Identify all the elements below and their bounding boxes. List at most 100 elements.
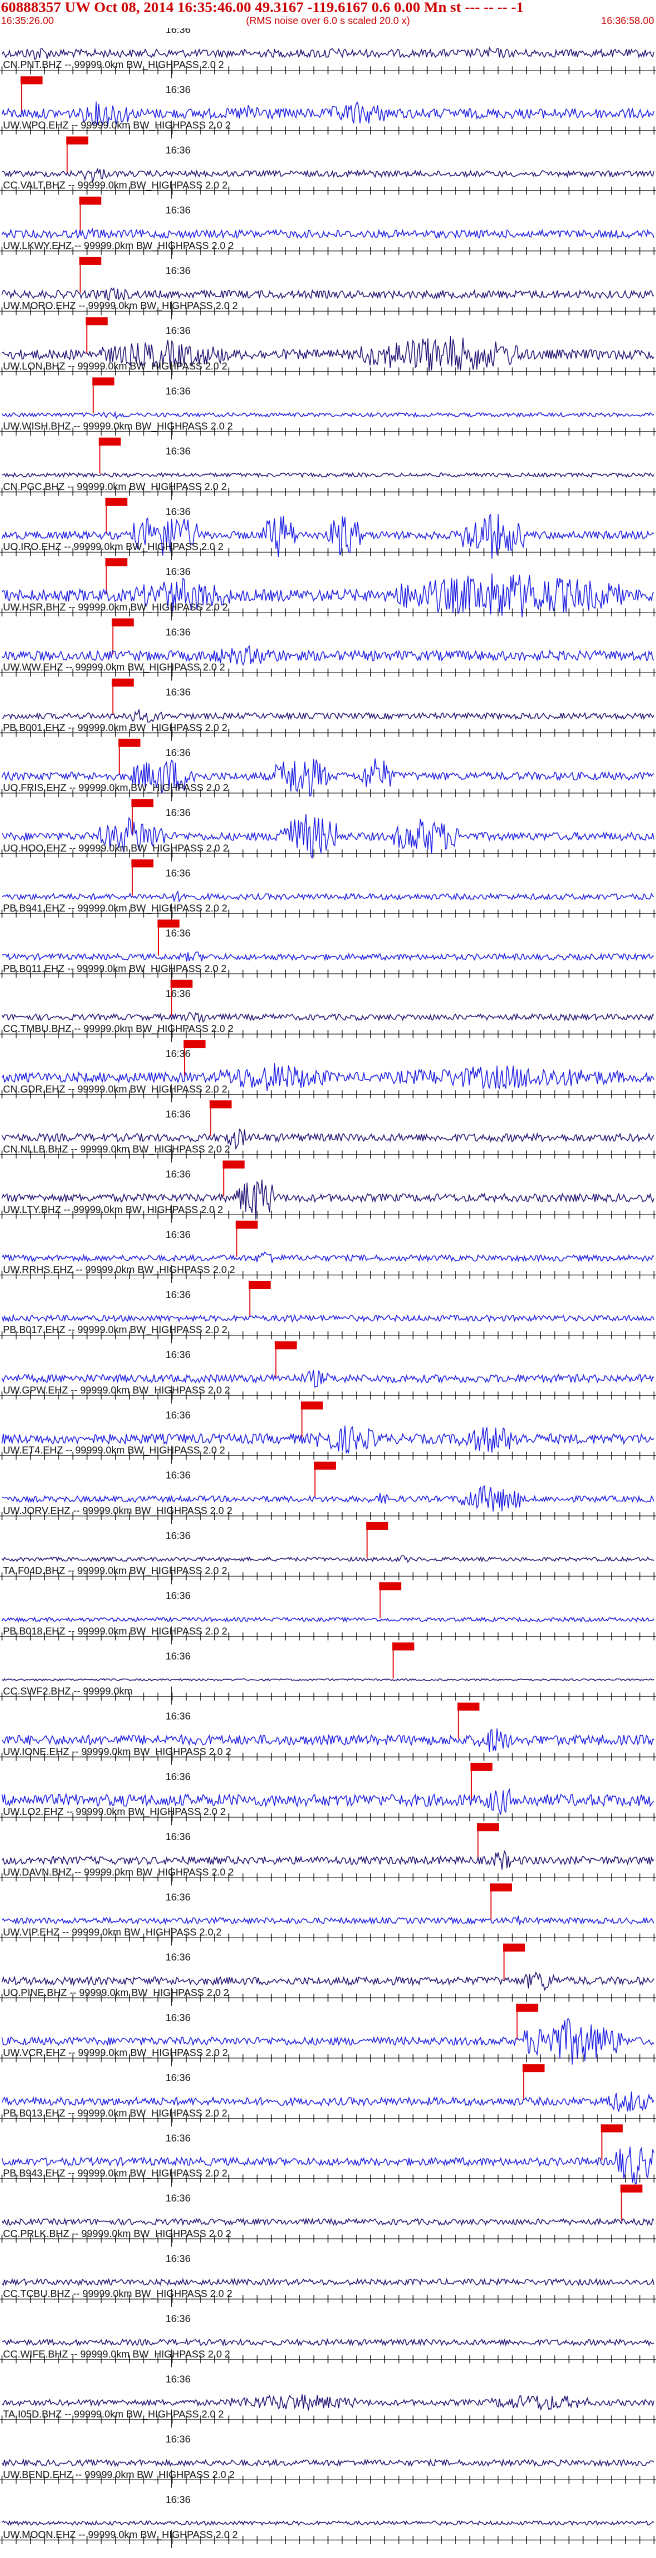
- pick-box: [457, 1702, 480, 1711]
- minute-label: 16:36: [166, 1170, 191, 1181]
- trace-row: 16:36 PB.B013.EHZ -- 99999.0km BW_HIGHPAS…: [0, 2073, 656, 2161]
- station-label: UW.DAVN.BHZ -- 99999.0km BW_HIGHPASS 2.0…: [3, 1867, 234, 1878]
- minute-label: 16:36: [166, 2495, 191, 2506]
- pick-box: [98, 437, 121, 446]
- trace-row: 16:36 PB.B943.EHZ -- 99999.0km BW_HIGHPAS…: [0, 2133, 656, 2221]
- minute-label: 16:36: [166, 1772, 191, 1783]
- minute-label: 16:36: [166, 2314, 191, 2325]
- trace-row: 16:36 PB.B017.EHZ -- 99999.0km BW_HIGHPAS…: [0, 1290, 656, 1378]
- waveform: [1, 2337, 655, 2347]
- minute-label: 16:36: [166, 1109, 191, 1120]
- station-label: CN.PGC.BHZ -- 99999.0km BW_HIGHPASS 2.0 …: [3, 482, 227, 493]
- station-label: UW.WW.EHZ -- 99999.0km BW_HIGHPASS 2.0 2: [3, 663, 226, 674]
- waveform: [1, 2277, 655, 2287]
- station-label: CC.TMBU.BHZ -- 99999.0km BW_HIGHPASS 2.0…: [3, 1024, 234, 1035]
- trace-row: 16:36 UW.WPO.EHZ -- 99999.0km BW_HIGHPASS…: [0, 85, 656, 173]
- trace-row: 16:36 UW.WISH.BHZ -- 99999.0km BW_HIGHPAS…: [0, 386, 656, 474]
- trace-row: 16:36 UW.DAVN.BHZ -- 99999.0km BW_HIGHPAS…: [0, 1832, 656, 1920]
- pick-box: [92, 377, 115, 386]
- station-label: UW.VCR.EHZ -- 99999.0km BW_HIGHPASS 2.0 …: [3, 2048, 228, 2059]
- pick-box: [379, 1582, 402, 1591]
- trace-row: 16:36 UW.WW.EHZ -- 99999.0km BW_HIGHPASS …: [0, 627, 656, 715]
- pick-box: [170, 979, 193, 988]
- station-label: UW.IONE.EHZ -- 99999.0km BW_HIGHPASS 2.0…: [3, 1747, 232, 1758]
- waveform: [1, 2458, 655, 2468]
- minute-label: 16:36: [166, 627, 191, 638]
- minute-label: 16:36: [166, 386, 191, 397]
- waveform: [1, 1915, 655, 1926]
- trace-row: 16:36 PB.B011.EHZ -- 99999.0km BW_HIGHPAS…: [0, 929, 656, 1016]
- pick-box: [131, 799, 154, 808]
- waveform: [1, 287, 655, 302]
- trace-row: 16:36 CC.SWF2.BHZ -- 99999.0km: [0, 1651, 656, 1739]
- trace-row: 16:36 PB.B001.EHZ -- 99999.0km BW_HIGHPAS…: [0, 688, 656, 775]
- pick-box: [392, 1642, 415, 1651]
- minute-label: 16:36: [166, 1410, 191, 1421]
- event-header: 60888357 UW Oct 08, 2014 16:35:46.00 49.…: [1, 0, 524, 16]
- trace-row: 16:36 TA.I05D.BHZ -- 99999.0km BW_HIGHPAS…: [0, 2374, 656, 2428]
- trace-row: 16:36 CC.TCBU.BHZ -- 99999.0km BW_HIGHPAS…: [0, 2254, 656, 2308]
- pick-box: [79, 256, 102, 265]
- trace-row: 16:36 UO.PINE.BHZ -- 99999.0km BW_HIGHPAS…: [0, 1953, 656, 2040]
- station-label: UW.GPW.EHZ -- 99999.0km BW_HIGHPASS 2.0 …: [3, 1385, 231, 1396]
- trace-row: 16:36 UW.MORO.EHZ -- 99999.0km BW_HIGHPAS…: [0, 266, 656, 354]
- minute-label: 16:36: [166, 145, 191, 156]
- minute-label: 16:36: [166, 206, 191, 217]
- pick-box: [476, 1823, 499, 1832]
- pick-box: [183, 1040, 206, 1049]
- minute-label: 16:36: [166, 1892, 191, 1903]
- station-label: CN.NLLB.BHZ -- 99999.0km BW_HIGHPASS 2.0…: [3, 1145, 231, 1156]
- minute-label: 16:36: [166, 989, 191, 1000]
- pick-box: [105, 558, 128, 567]
- waveform: [1, 1555, 655, 1564]
- waveform: [1, 1616, 655, 1623]
- pick-box: [470, 1762, 493, 1771]
- pick-box: [503, 1943, 526, 1952]
- minute-label: 16:36: [166, 85, 191, 96]
- station-label: UW.MORO.EHZ -- 99999.0km BW_HIGHPASS 2.0…: [3, 301, 238, 312]
- station-label: UW.MOON.EHZ -- 99999.0km BW_HIGHPASS 2.0…: [3, 2530, 238, 2541]
- trace-row: 16:36 UW.LO2.EHZ -- 99999.0km BW_HIGHPASS…: [0, 1772, 656, 1860]
- trace-row: 16:36 UW.ET4.EHZ -- 99999.0km BW_HIGHPASS…: [0, 1410, 656, 1498]
- station-label: UW.WISH.BHZ -- 99999.0km BW_HIGHPASS 2.0…: [3, 422, 233, 433]
- minute-label: 16:36: [166, 688, 191, 699]
- trace-row: 16:36 UO.HOO.EHZ -- 99999.0km BW_HIGHPASS…: [0, 808, 656, 896]
- waveform: [1, 951, 655, 962]
- minute-label: 16:36: [166, 1712, 191, 1723]
- minute-label: 16:36: [166, 2133, 191, 2144]
- trace-row: 16:36 UW.LTY.BHZ -- 99999.0km BW_HIGHPASS…: [0, 1170, 656, 1257]
- minute-label: 16:36: [166, 1471, 191, 1482]
- minute-label: 16:36: [166, 2013, 191, 2024]
- waveform: [1, 2519, 655, 2527]
- trace-row: 16:36 UW.IONE.EHZ -- 99999.0km BW_HIGHPAS…: [0, 1712, 656, 1799]
- station-label: UW.LKWY.EHZ -- 99999.0km BW_HIGHPASS 2.0…: [3, 241, 234, 252]
- minute-label: 16:36: [166, 326, 191, 337]
- pick-box: [274, 1341, 297, 1350]
- waveform: [1, 890, 655, 903]
- waveform: [1, 227, 655, 240]
- minute-label: 16:36: [166, 2374, 191, 2385]
- station-label: TA.I05D.BHZ -- 99999.0km BW_HIGHPASS 2.0…: [3, 2410, 224, 2421]
- trace-row: 16:36 UW.VCR.EHZ -- 99999.0km BW_HIGHPASS…: [0, 2013, 656, 2101]
- trace-row: 16:36 PB.B941.EHZ -- 99999.0km BW_HIGHPAS…: [0, 868, 656, 956]
- pick-box: [248, 1281, 271, 1289]
- pick-box: [111, 618, 134, 627]
- trace-row: 16:36 CN.PNT.BHZ -- 99999.0km BW_HIGHPASS…: [0, 28, 656, 113]
- pick-box: [600, 2124, 623, 2133]
- minute-label: 16:36: [166, 1953, 191, 1964]
- pick-box: [490, 1883, 512, 1892]
- pick-box: [620, 2184, 643, 2193]
- pick-box: [522, 2064, 545, 2073]
- minute-label: 16:36: [166, 2254, 191, 2265]
- minute-label: 16:36: [166, 1591, 191, 1602]
- trace-row: 16:36 CC.TMBU.BHZ -- 99999.0km BW_HIGHPAS…: [0, 989, 656, 1077]
- station-label: PB.B013.EHZ -- 99999.0km BW_HIGHPASS 2.0…: [3, 2108, 228, 2119]
- pick-box: [516, 2003, 539, 2012]
- trace-row: 16:36 UW.HSR.BHZ -- 99999.0km BW_HIGHPASS…: [0, 567, 656, 655]
- pick-box: [111, 678, 134, 687]
- trace-row: 16:36 UW.RRHS.EHZ -- 99999.0km BW_HIGHPAS…: [0, 1230, 656, 1317]
- minute-label: 16:36: [166, 808, 191, 819]
- waveform: [1, 1678, 655, 1682]
- station-label: UO.IRO.EHZ -- 99999.0km BW_HIGHPASS 2.0 …: [3, 542, 224, 553]
- trace-row: 16:36 UW.LKWY.EHZ -- 99999.0km BW_HIGHPAS…: [0, 206, 656, 293]
